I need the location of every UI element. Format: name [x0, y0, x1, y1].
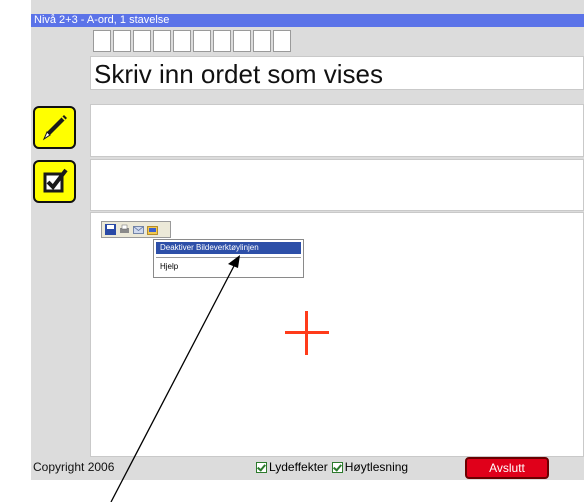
letter-box: [273, 30, 291, 52]
menu-separator: [156, 257, 301, 258]
app-window: Nivå 2+3 - A-ord, 1 stavelse Skriv inn o…: [31, 0, 584, 480]
letter-box: [113, 30, 131, 52]
image-toolbar[interactable]: [101, 221, 171, 238]
letter-box: [93, 30, 111, 52]
checkbox-check-icon: [43, 168, 68, 193]
context-menu: Deaktiver Bildeverktøylinjen Hjelp: [153, 239, 304, 278]
checkbox-icon[interactable]: [256, 461, 267, 473]
letter-box: [233, 30, 251, 52]
read-aloud-checkbox[interactable]: Høytlesning: [331, 460, 409, 474]
answer-row[interactable]: [90, 104, 584, 157]
menu-item-help[interactable]: Hjelp: [156, 261, 301, 273]
folder-icon[interactable]: [147, 224, 158, 235]
sound-effects-checkbox[interactable]: Lydeffekter: [256, 460, 328, 474]
letter-box: [133, 30, 151, 52]
letter-box: [173, 30, 191, 52]
letter-box: [193, 30, 211, 52]
exit-button[interactable]: Avslutt: [465, 457, 549, 479]
read-aloud-label: Høytlesning: [344, 460, 409, 474]
save-icon[interactable]: [105, 224, 116, 235]
pencil-icon: [42, 115, 67, 141]
letter-box: [213, 30, 231, 52]
email-icon[interactable]: [133, 224, 144, 235]
sound-effects-label: Lydeffekter: [269, 460, 328, 474]
menu-item-disable-image-toolbar[interactable]: Deaktiver Bildeverktøylinjen: [156, 242, 301, 254]
letter-box: [253, 30, 271, 52]
print-icon[interactable]: [119, 224, 130, 235]
pencil-button[interactable]: [33, 106, 76, 149]
options: Lydeffekter Høytlesning: [256, 460, 408, 474]
instruction-text: Skriv inn ordet som vises: [90, 56, 584, 90]
check-button[interactable]: [33, 160, 76, 203]
cross-icon-vertical: [305, 311, 308, 355]
checkbox-icon[interactable]: [331, 461, 343, 473]
copyright-text: Copyright 2006: [33, 460, 115, 474]
letter-boxes: [93, 30, 293, 52]
window-title: Nivå 2+3 - A-ord, 1 stavelse: [31, 14, 584, 27]
feedback-row: [90, 159, 584, 211]
image-area: Deaktiver Bildeverktøylinjen Hjelp: [90, 212, 584, 457]
letter-box: [153, 30, 171, 52]
